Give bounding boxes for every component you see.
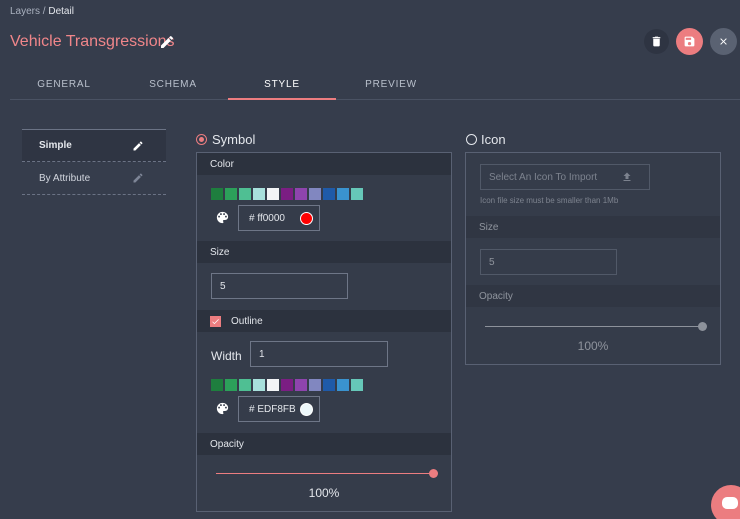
- color-swatch[interactable]: [351, 188, 363, 200]
- color-swatch[interactable]: [281, 379, 293, 391]
- color-swatch[interactable]: [309, 188, 321, 200]
- style-type-label: By Attribute: [39, 172, 91, 184]
- check-icon: [212, 318, 219, 324]
- icon-size-value: 5: [489, 256, 495, 268]
- color-swatch[interactable]: [281, 188, 293, 200]
- save-button[interactable]: [676, 28, 703, 55]
- icon-import-placeholder: Select An Icon To Import: [489, 171, 598, 183]
- palette-icon[interactable]: [215, 210, 230, 228]
- color-swatch[interactable]: [253, 379, 265, 391]
- width-input[interactable]: 1: [250, 341, 388, 367]
- edit-title-button[interactable]: [159, 34, 175, 50]
- opacity-slider-thumb[interactable]: [428, 469, 438, 478]
- save-icon: [684, 36, 695, 47]
- size-input[interactable]: 5: [211, 273, 348, 299]
- color-swatch[interactable]: [267, 379, 279, 391]
- color-swatch[interactable]: [295, 188, 307, 200]
- close-button[interactable]: [710, 28, 737, 55]
- icon-size-input[interactable]: 5: [480, 249, 617, 275]
- color-swatch[interactable]: [211, 379, 223, 391]
- palette-icon[interactable]: [215, 401, 230, 419]
- color-swatch[interactable]: [225, 188, 237, 200]
- icon-panel: Select An Icon To Import Icon file size …: [465, 152, 721, 365]
- tab-bar: GENERAL SCHEMA STYLE PREVIEW: [10, 68, 740, 100]
- fill-palette: [211, 188, 363, 200]
- upload-icon: [623, 172, 631, 181]
- icon-opacity-slider-thumb[interactable]: [697, 322, 707, 331]
- style-type-by-attribute[interactable]: By Attribute: [22, 162, 166, 195]
- color-swatch[interactable]: [337, 188, 349, 200]
- icon-size-label: Size: [479, 221, 499, 233]
- color-swatch[interactable]: [323, 379, 335, 391]
- outline-color-preview: [300, 403, 313, 416]
- color-swatch[interactable]: [267, 188, 279, 200]
- tab-general[interactable]: GENERAL: [10, 68, 118, 99]
- breadcrumb-parent[interactable]: Layers: [10, 6, 40, 17]
- outline-label: Outline: [231, 315, 263, 327]
- breadcrumb-current: Detail: [48, 6, 74, 17]
- opacity-label: Opacity: [210, 438, 244, 450]
- pencil-icon: [133, 140, 143, 150]
- size-section-header: Size: [197, 241, 451, 263]
- color-swatch[interactable]: [337, 379, 349, 391]
- color-swatch[interactable]: [295, 379, 307, 391]
- symbol-panel: Color # ff0000 Size 5 Outline Width 1 # …: [196, 152, 452, 512]
- tab-preview[interactable]: PREVIEW: [337, 68, 445, 99]
- style-type-label: Simple: [39, 140, 72, 151]
- page-title: Vehicle Transgressions: [10, 33, 175, 50]
- outline-color-input[interactable]: # EDF8FB: [238, 396, 320, 422]
- color-swatch[interactable]: [211, 188, 223, 200]
- icon-radio[interactable]: [466, 134, 477, 145]
- opacity-section-header: Opacity: [197, 433, 451, 455]
- style-type-list: Simple By Attribute: [22, 129, 166, 195]
- tab-schema[interactable]: SCHEMA: [119, 68, 227, 99]
- outline-palette: [211, 379, 363, 391]
- symbol-radio[interactable]: [196, 134, 207, 145]
- icon-size-section-header: Size: [466, 216, 720, 238]
- icon-opacity-slider-track[interactable]: [485, 326, 702, 327]
- close-icon: [720, 38, 727, 45]
- fill-color-input[interactable]: # ff0000: [238, 205, 320, 231]
- width-value: 1: [259, 348, 265, 360]
- opacity-value: 100%: [308, 486, 340, 500]
- color-swatch[interactable]: [309, 379, 321, 391]
- color-section-header: Color: [197, 153, 451, 175]
- icon-opacity-value: 100%: [577, 339, 609, 353]
- opacity-slider-track[interactable]: [216, 473, 433, 474]
- fill-hex-value: # ff0000: [249, 212, 285, 224]
- size-label: Size: [210, 246, 230, 258]
- color-swatch[interactable]: [225, 379, 237, 391]
- pencil-icon: [133, 173, 143, 183]
- outline-checkbox[interactable]: [210, 315, 221, 327]
- tab-style[interactable]: STYLE: [228, 68, 336, 100]
- pencil-icon: [161, 35, 174, 48]
- symbol-label: Symbol: [212, 132, 256, 147]
- icon-opacity-label: Opacity: [479, 290, 513, 302]
- color-swatch[interactable]: [239, 188, 251, 200]
- delete-button[interactable]: [644, 29, 669, 54]
- icon-opacity-section-header: Opacity: [466, 285, 720, 307]
- color-label: Color: [210, 158, 234, 170]
- breadcrumb: Layers / Detail: [10, 6, 74, 17]
- trash-icon: [652, 36, 661, 47]
- chat-icon: [722, 497, 738, 509]
- icon-size-hint: Icon file size must be smaller than 1Mb: [480, 196, 619, 205]
- width-label: Width: [211, 349, 242, 363]
- icon-label: Icon: [481, 132, 506, 147]
- outline-section-header: Outline: [197, 310, 451, 332]
- size-value: 5: [220, 280, 226, 292]
- outline-hex-value: # EDF8FB: [249, 403, 296, 415]
- color-swatch[interactable]: [351, 379, 363, 391]
- fill-color-preview: [300, 212, 313, 225]
- icon-import-field[interactable]: Select An Icon To Import: [480, 164, 650, 190]
- color-swatch[interactable]: [323, 188, 335, 200]
- style-type-simple[interactable]: Simple: [22, 129, 166, 162]
- color-swatch[interactable]: [239, 379, 251, 391]
- color-swatch[interactable]: [253, 188, 265, 200]
